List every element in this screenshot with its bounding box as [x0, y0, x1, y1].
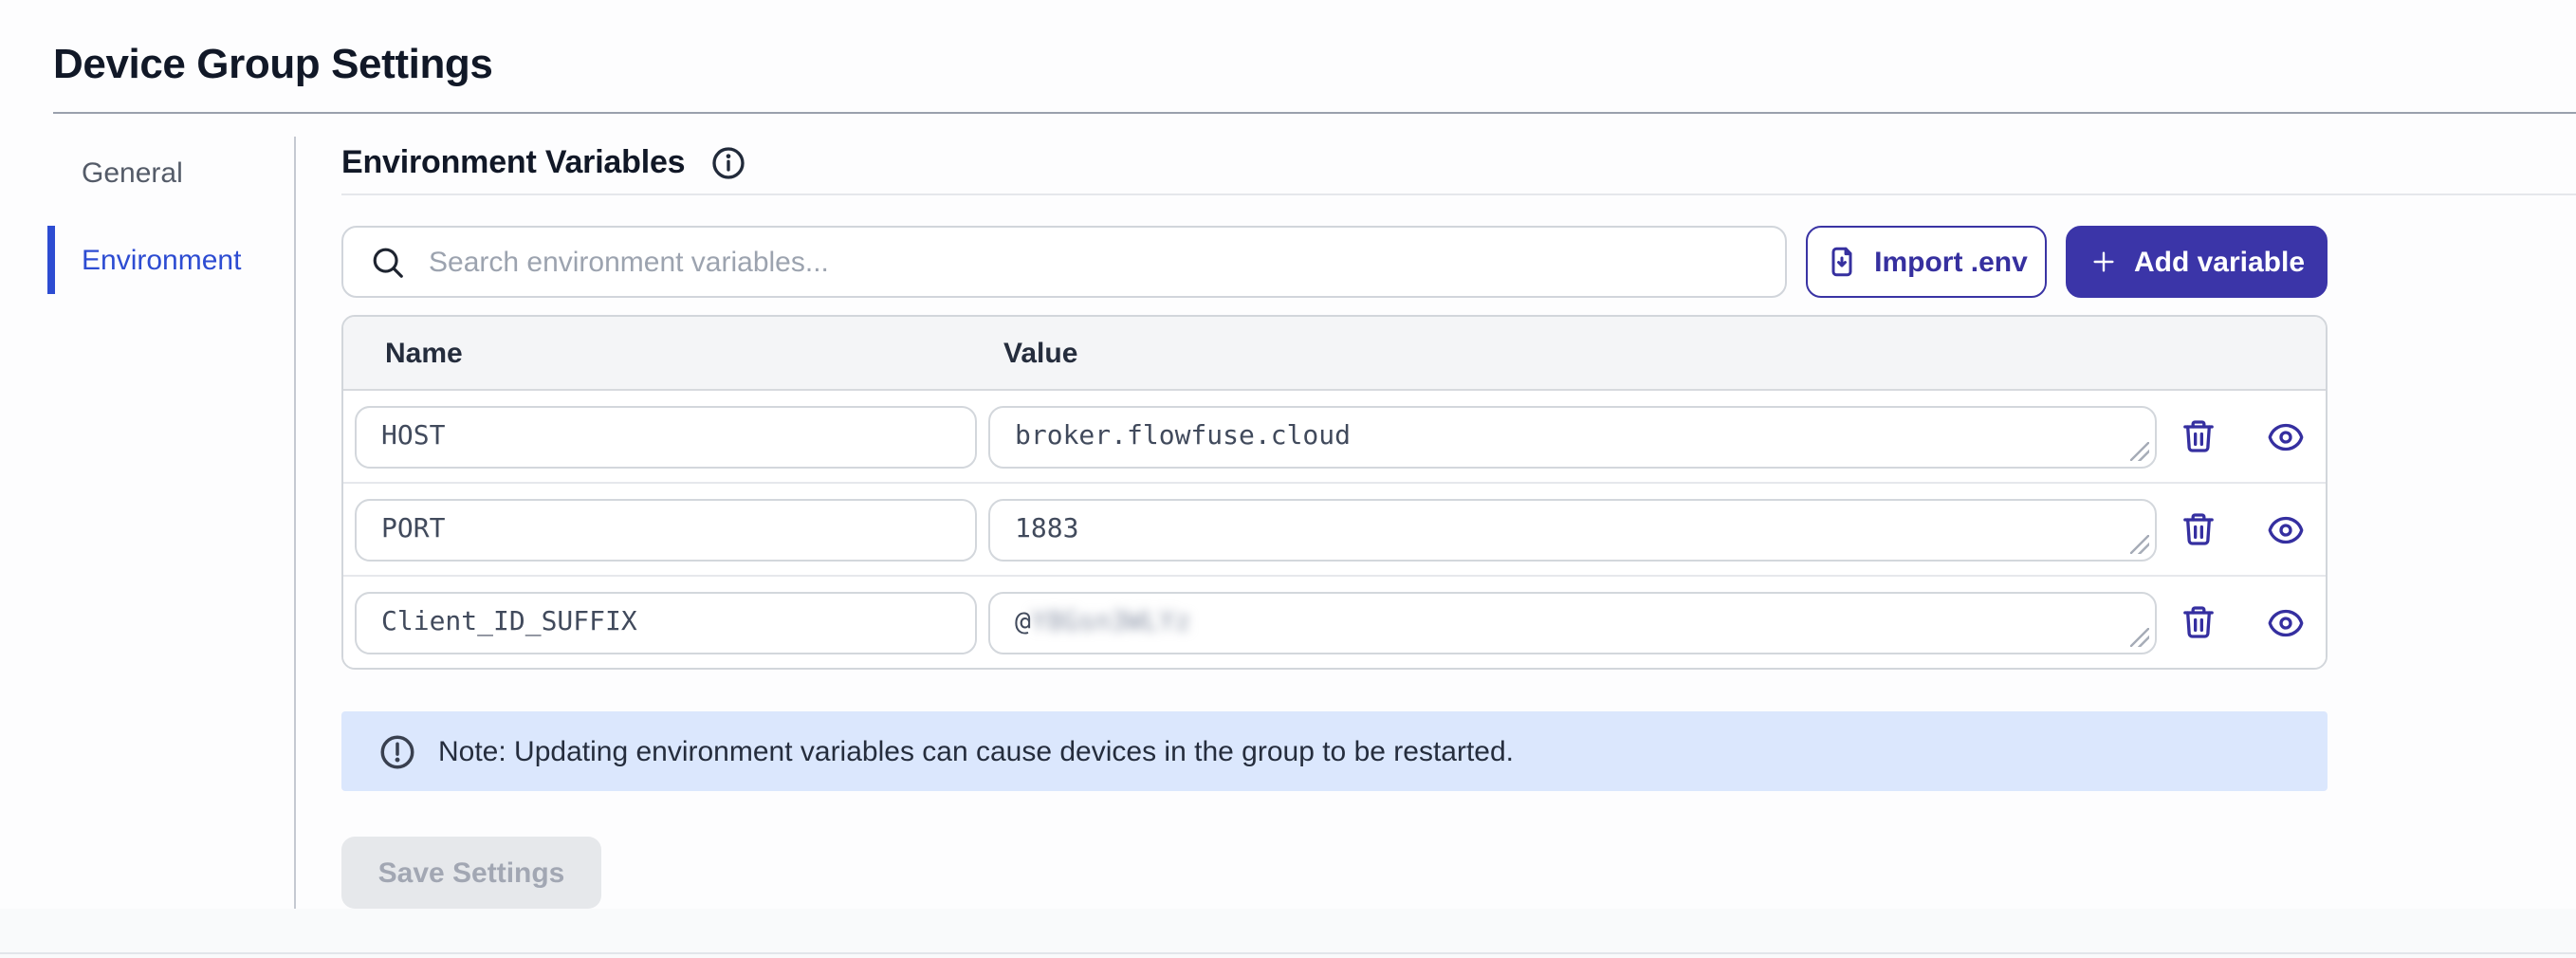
- env-name-input[interactable]: Client_ID_SUFFIX: [355, 591, 977, 654]
- section-divider: [341, 193, 2576, 195]
- column-header-name: Name: [343, 337, 988, 369]
- delete-variable-button[interactable]: [2179, 603, 2217, 641]
- save-settings-button[interactable]: Save Settings: [341, 837, 601, 909]
- settings-sidebar: General Environment: [0, 125, 294, 909]
- sidebar-item-label: Environment: [82, 244, 241, 276]
- add-variable-button[interactable]: Add variable: [2066, 226, 2328, 298]
- table-row: HOST broker.flowfuse.cloud: [343, 391, 2326, 484]
- env-toolbar: Import .env Add variable: [341, 226, 2328, 298]
- trash-icon: [2179, 510, 2217, 548]
- import-env-button[interactable]: Import .env: [1806, 226, 2047, 298]
- env-name-input[interactable]: HOST: [355, 405, 977, 468]
- show-value-button[interactable]: [2266, 603, 2304, 641]
- search-input[interactable]: [429, 246, 1758, 278]
- env-name-input[interactable]: PORT: [355, 498, 977, 561]
- eye-icon: [2266, 602, 2304, 642]
- plus-icon: [2088, 247, 2119, 277]
- table-header: Name Value: [343, 317, 2326, 391]
- page-footer-strip: [0, 909, 2576, 958]
- trash-icon: [2179, 603, 2217, 641]
- info-icon[interactable]: [709, 144, 747, 182]
- import-env-label: Import .env: [1874, 246, 2028, 278]
- env-value-input[interactable]: broker.flowfuse.cloud: [988, 405, 2157, 468]
- search-box[interactable]: [341, 226, 1787, 298]
- column-header-value: Value: [988, 337, 1077, 369]
- env-value-input[interactable]: @Y8Gsn3WLYz: [988, 591, 2157, 654]
- env-variables-table: Name Value HOST broker.flowfuse.cloud: [341, 315, 2328, 670]
- device-group-settings-page: Device Group Settings General Environmen…: [0, 0, 2576, 958]
- show-value-button[interactable]: [2266, 417, 2304, 455]
- show-value-button[interactable]: [2266, 510, 2304, 548]
- restart-note-banner: Note: Updating environment variables can…: [341, 711, 2328, 791]
- environment-panel: Environment Variables: [296, 125, 2576, 909]
- sidebar-item-general[interactable]: General: [0, 140, 294, 205]
- import-env-icon: [1825, 245, 1859, 279]
- eye-icon: [2266, 416, 2304, 456]
- eye-icon: [2266, 509, 2304, 549]
- section-title: Environment Variables: [341, 142, 685, 184]
- search-icon: [370, 244, 406, 280]
- obscured-value: Y8Gsn3WLYz: [1031, 607, 1191, 637]
- trash-icon: [2179, 417, 2217, 455]
- page-header: Device Group Settings: [0, 0, 2576, 89]
- delete-variable-button[interactable]: [2179, 510, 2217, 548]
- table-row: Client_ID_SUFFIX @Y8Gsn3WLYz: [343, 577, 2326, 668]
- page-title: Device Group Settings: [53, 40, 2576, 89]
- alert-icon: [377, 731, 417, 771]
- add-variable-label: Add variable: [2134, 246, 2305, 278]
- sidebar-item-label: General: [82, 157, 183, 189]
- sidebar-item-environment[interactable]: Environment: [0, 228, 294, 292]
- delete-variable-button[interactable]: [2179, 417, 2217, 455]
- env-value-input[interactable]: 1883: [988, 498, 2157, 561]
- table-row: PORT 1883: [343, 484, 2326, 577]
- restart-note-text: Note: Updating environment variables can…: [438, 735, 1514, 767]
